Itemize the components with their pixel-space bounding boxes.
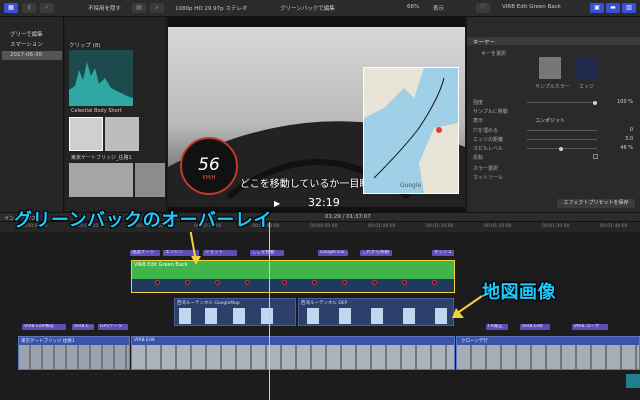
view-mode-label: 表示: [473, 118, 484, 124]
clip-thumbnail[interactable]: [69, 163, 133, 197]
invert-checkbox[interactable]: [593, 154, 598, 159]
edge-label: エッジ: [579, 84, 595, 90]
clip-thumbnail[interactable]: [105, 117, 139, 151]
clip-thumbnail[interactable]: [69, 50, 133, 106]
library-icon[interactable]: ▦: [4, 3, 18, 13]
strength-knob[interactable]: [593, 100, 597, 105]
map-graphic: [364, 68, 458, 193]
keyer-section-header[interactable]: キーヤー: [467, 37, 640, 46]
timeline-area[interactable]: 速度ゲージ エンジン ショット ここを移動 Google Ear... これから…: [0, 210, 640, 400]
edge-distance-slider[interactable]: [527, 139, 597, 140]
invert-label: 反転: [473, 155, 484, 161]
ruler-tick-label: 00:01:20:00: [484, 224, 512, 229]
fill-holes-value: 0: [629, 127, 633, 133]
ruler-tick-label: 00:01:10:00: [426, 224, 454, 229]
timeline-position: 01:29 / 01:37:07: [325, 214, 371, 220]
check-icon[interactable]: ✓: [40, 3, 54, 13]
search-icon[interactable]: ⌕: [150, 3, 164, 13]
sample-color-swatch[interactable]: [539, 57, 561, 79]
filter-dropdown[interactable]: 不採用を隠す: [88, 4, 121, 12]
zoom-dropdown[interactable]: 66%: [407, 4, 419, 10]
clip-thumbnail[interactable]: [135, 163, 165, 197]
timecode: 32:19: [308, 196, 340, 209]
inspector: キーヤー キーを選択 サンプルカラー エッジ 強度 100 % サンプルに移動 …: [466, 17, 640, 212]
fill-holes-slider[interactable]: [527, 130, 597, 131]
speedometer-gauge: 56 KM/H: [180, 137, 238, 195]
callout-overlay: グリーンバックのオーバーレイ: [14, 210, 272, 231]
spill-level-knob[interactable]: [559, 146, 563, 151]
sidebar-item-library[interactable]: グリーで編集: [2, 31, 62, 40]
ruler-tick-label: 00:00:50:00: [310, 224, 338, 229]
inspector-toggle-icon[interactable]: ▣: [590, 3, 604, 13]
key-select-label: キーを選択: [481, 51, 507, 57]
spill-level-label: スピルレベル: [473, 146, 504, 152]
sample-color-label: サンプルカラー: [535, 84, 570, 90]
speed-value: 56: [198, 155, 220, 175]
ruler-tick-label: 00:01:00:00: [368, 224, 396, 229]
callout-arrows: [189, 232, 483, 318]
grid-icon[interactable]: ▤: [132, 3, 146, 13]
sidebar-item-event[interactable]: 2017-06-30: [2, 51, 62, 60]
browser-toggle-icon[interactable]: ▥: [622, 3, 636, 13]
map-overlay: Google: [363, 67, 459, 194]
matte-tools-label[interactable]: マットツール: [473, 174, 503, 181]
strength-value: 100 %: [617, 99, 633, 105]
view-mode-value[interactable]: コンポジット: [535, 117, 565, 124]
waveform-graphic: [69, 62, 133, 106]
save-preset-button[interactable]: エフェクトプリセットを保存: [557, 199, 635, 208]
clip-thumbnail[interactable]: [69, 117, 103, 151]
edge-swatch[interactable]: [575, 57, 597, 79]
key-icon[interactable]: ⚷: [22, 3, 36, 13]
clip-label: 東京ゲートブリッジ_往路1: [71, 155, 132, 161]
inspector-title: VIRB Edit Green Back: [502, 4, 561, 10]
format-label: 1080p HD 29.97p ステレオ: [175, 6, 248, 12]
jump-to-sample-label: サンプルに移動: [473, 109, 508, 115]
ruler-tick-label: 00:01:30:00: [542, 224, 570, 229]
browser-header: クリップ (8): [69, 43, 101, 49]
strength-slider[interactable]: [527, 102, 597, 103]
timeline-toggle-icon[interactable]: ▬: [606, 3, 620, 13]
viewer[interactable]: 56 KM/H どこを移動しているか一目瞭然 Google ▶ 32:19: [168, 17, 465, 212]
map-logo: Google: [400, 182, 422, 189]
edge-distance-value: 3.0: [625, 136, 633, 142]
color-selection-label[interactable]: カラー選択: [473, 165, 498, 172]
ruler-tick-label: 00:01:40:00: [600, 224, 628, 229]
sidebar-item-smart[interactable]: スマーション: [2, 41, 62, 50]
play-icon[interactable]: ▶: [274, 199, 280, 208]
info-icon[interactable]: ⓘ: [476, 3, 490, 13]
edge-distance-label: エッジの距離: [473, 137, 504, 143]
clip-browser: クリップ (8) Celestial Body Short 東京ゲートブリッジ_…: [65, 17, 167, 212]
clip-label: Celestial Body Short: [71, 108, 122, 114]
speed-unit: KM/H: [202, 175, 216, 181]
overlay-caption: どこを移動しているか一目瞭然: [240, 179, 380, 190]
project-title: グリーンバックで編集: [280, 6, 335, 12]
view-menu[interactable]: 表示: [433, 4, 444, 12]
spill-level-value: 46 %: [620, 145, 633, 151]
fill-holes-label: 穴を埋める: [473, 128, 499, 134]
library-sidebar: グリーで編集 スマーション 2017-06-30: [0, 17, 64, 212]
top-toolbar: ▦ ⚷ ✓ 不採用を隠す ▤ ⌕ 1080p HD 29.97p ステレオ グリ…: [0, 0, 640, 17]
strength-label: 強度: [473, 100, 484, 106]
